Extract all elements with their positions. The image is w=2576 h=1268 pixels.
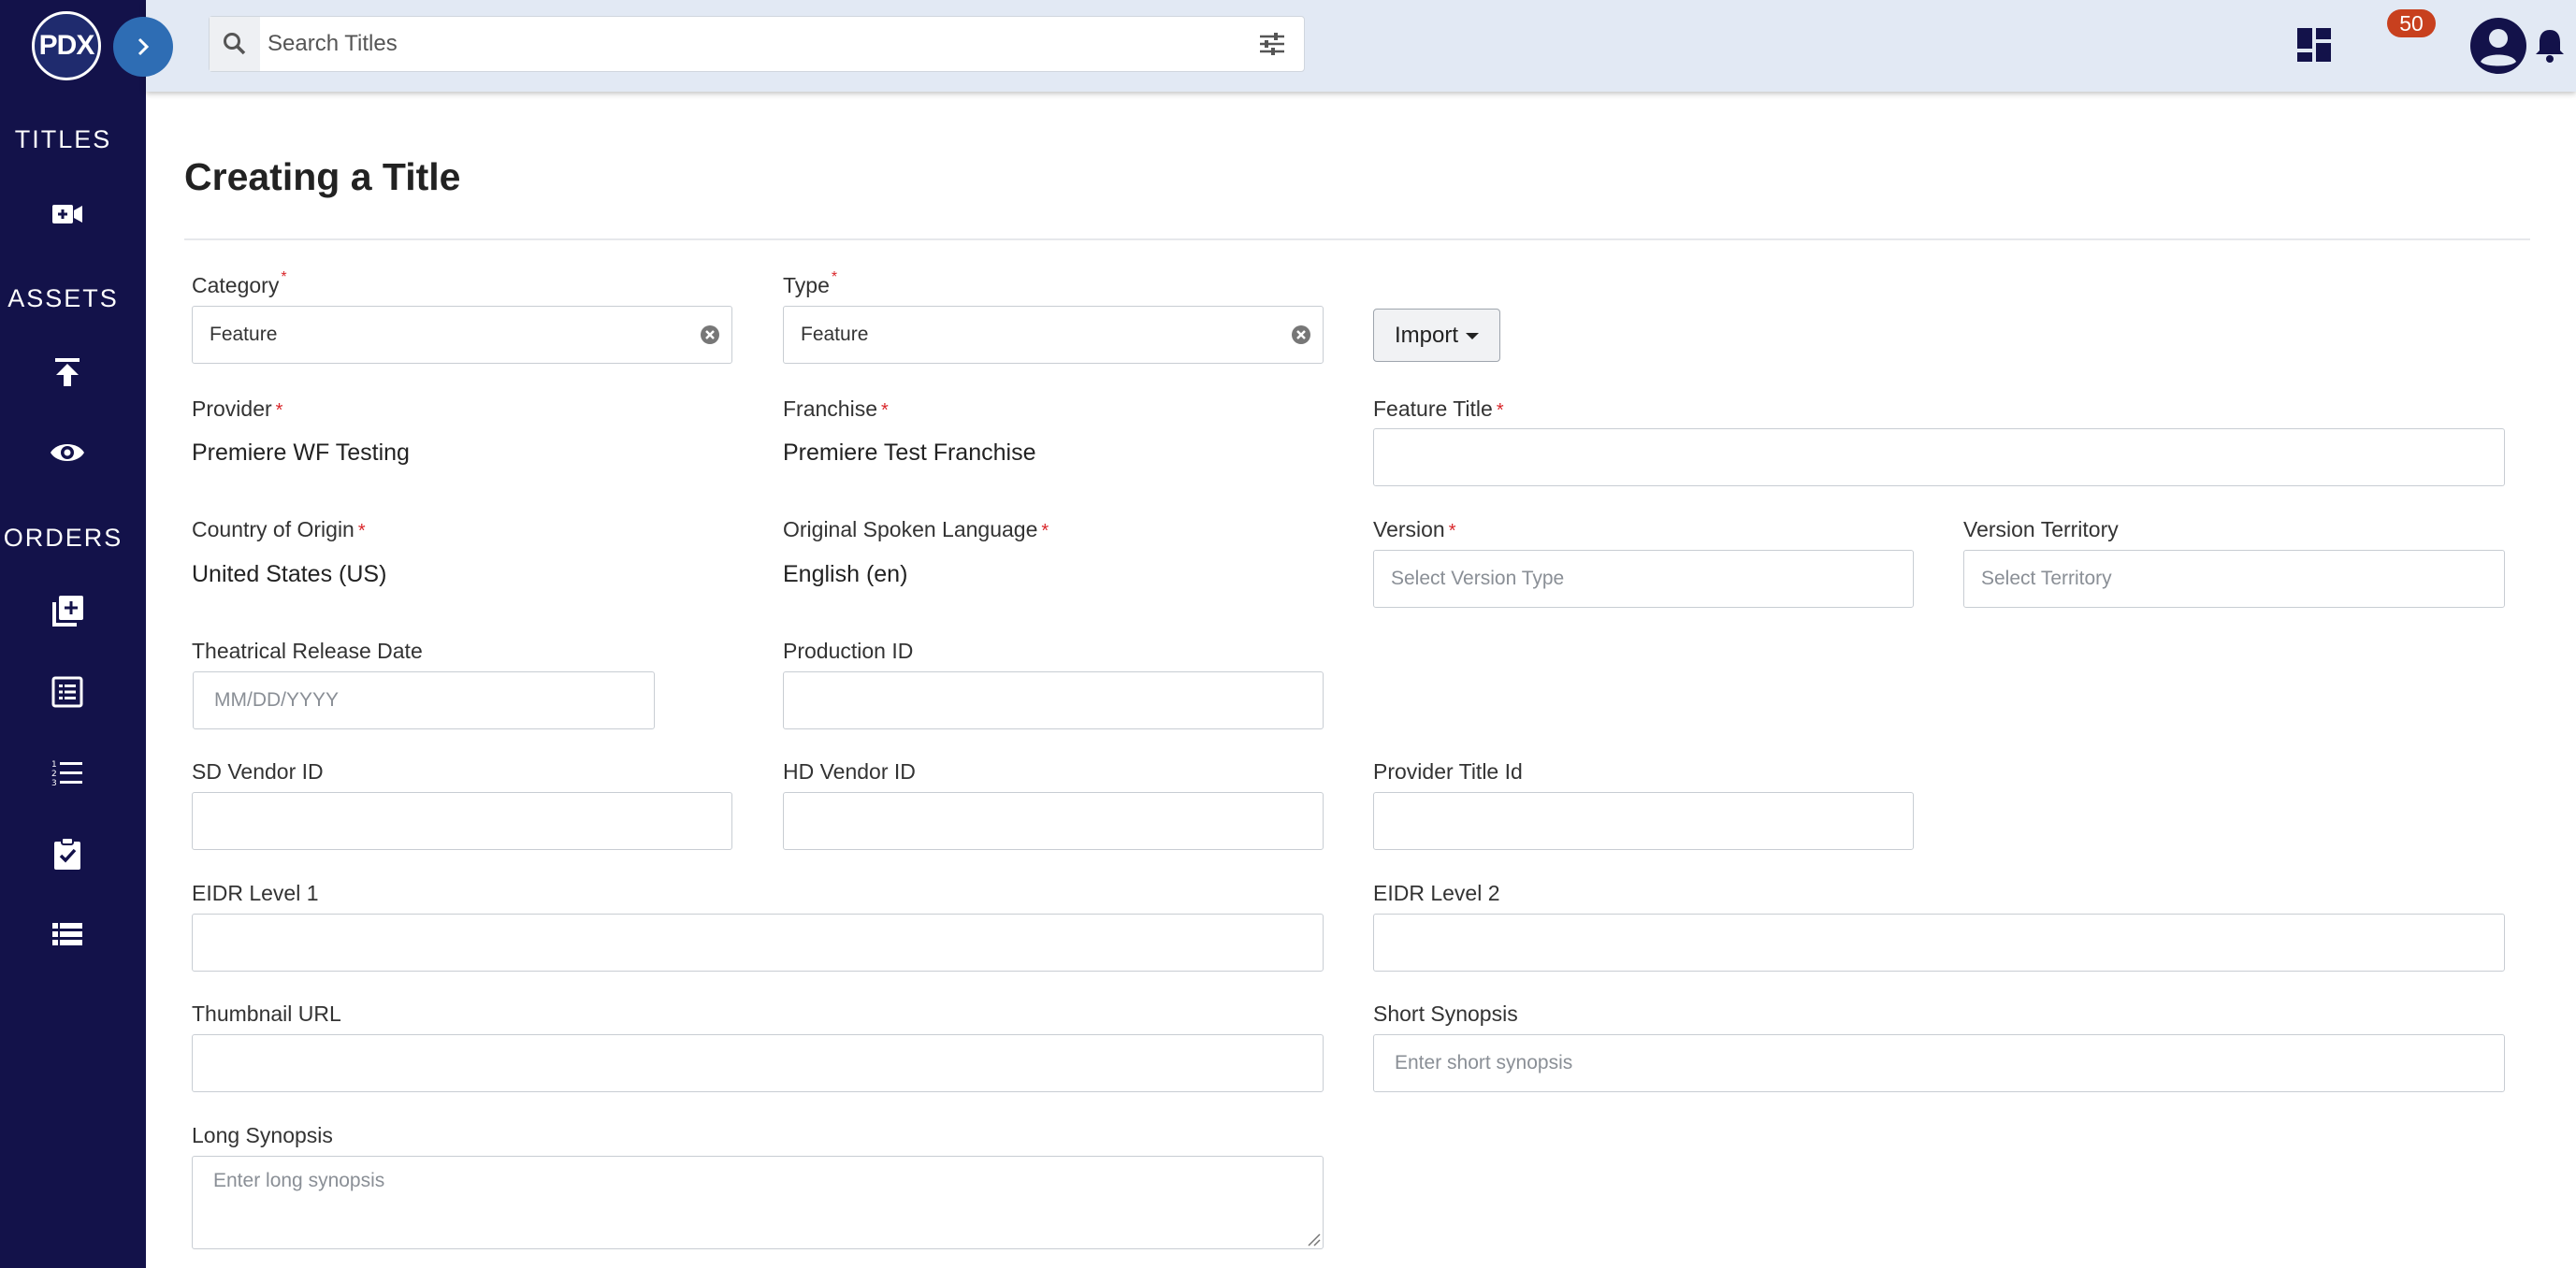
- production-id-label: Production ID: [783, 639, 914, 663]
- search-icon[interactable]: [210, 17, 260, 71]
- dashboard-icon[interactable]: [2294, 24, 2335, 65]
- view-list-icon[interactable]: [47, 914, 88, 955]
- franchise-value: Premiere Test Franchise: [783, 439, 1036, 466]
- franchise-label: Franchise *: [783, 396, 889, 421]
- provider-title-id-input[interactable]: [1374, 793, 1913, 849]
- list-alt-icon[interactable]: [47, 671, 88, 713]
- notification-count-badge: 50: [2387, 9, 2436, 37]
- search-bar: [209, 16, 1305, 72]
- category-value: Feature: [210, 324, 278, 345]
- eidr-level-2-field: [1373, 914, 2505, 972]
- production-id-field: [783, 671, 1324, 729]
- thumbnail-url-label: Thumbnail URL: [192, 1001, 341, 1026]
- bell-icon[interactable]: [2529, 24, 2570, 65]
- clear-icon[interactable]: [700, 324, 720, 345]
- eidr-level-2-label: EIDR Level 2: [1373, 881, 1500, 905]
- top-bar: 50: [146, 0, 2576, 92]
- hd-vendor-id-field: [783, 792, 1324, 850]
- provider-title-id-field: [1373, 792, 1914, 850]
- type-value: Feature: [801, 324, 869, 345]
- short-synopsis-field: [1373, 1034, 2505, 1092]
- feature-title-label: Feature Title *: [1373, 396, 1504, 421]
- hd-vendor-id-label: HD Vendor ID: [783, 759, 916, 784]
- sidebar: PDX TITLES ASSETS ORDERS 123: [0, 0, 146, 1268]
- provider-value: Premiere WF Testing: [192, 439, 410, 466]
- sd-vendor-id-label: SD Vendor ID: [192, 759, 324, 784]
- sidebar-section-orders: ORDERS: [3, 524, 123, 552]
- header-divider: [184, 238, 2530, 240]
- eidr-level-1-label: EIDR Level 1: [192, 881, 319, 905]
- sidebar-section-titles: TITLES: [14, 125, 112, 153]
- hd-vendor-id-input[interactable]: [784, 793, 1323, 849]
- release-date-label: Theatrical Release Date: [192, 639, 423, 663]
- page-title: Creating a Title: [184, 155, 461, 198]
- add-video-icon[interactable]: [47, 194, 88, 235]
- sidebar-expand-button[interactable]: [113, 17, 173, 77]
- sd-vendor-id-field: [192, 792, 732, 850]
- thumbnail-url-field: [192, 1034, 1324, 1092]
- category-label: Category *: [192, 269, 287, 297]
- version-territory-label: Version Territory: [1963, 517, 2119, 541]
- filter-settings-icon[interactable]: [1257, 29, 1287, 59]
- country-of-origin-value: United States (US): [192, 561, 387, 587]
- upload-icon[interactable]: [47, 352, 88, 393]
- thumbnail-url-input[interactable]: [193, 1035, 1323, 1091]
- svg-text:3: 3: [51, 779, 57, 788]
- original-language-label: Original Spoken Language *: [783, 517, 1049, 541]
- eidr-level-2-input[interactable]: [1374, 915, 2504, 971]
- clear-icon[interactable]: [1291, 324, 1311, 345]
- production-id-input[interactable]: [784, 672, 1323, 728]
- version-select[interactable]: Select Version Type: [1373, 550, 1914, 608]
- add-library-icon[interactable]: [47, 591, 88, 632]
- provider-title-id-label: Provider Title Id: [1373, 759, 1523, 784]
- feature-title-input[interactable]: [1374, 429, 2504, 485]
- sd-vendor-id-input[interactable]: [193, 793, 731, 849]
- release-date-input[interactable]: [194, 672, 654, 728]
- svg-text:2: 2: [51, 770, 57, 779]
- type-select[interactable]: Feature: [783, 306, 1324, 364]
- long-synopsis-textarea[interactable]: [193, 1157, 1323, 1248]
- long-synopsis-label: Long Synopsis: [192, 1123, 333, 1147]
- version-placeholder: Select Version Type: [1391, 568, 1565, 589]
- eidr-level-1-input[interactable]: [193, 915, 1323, 971]
- long-synopsis-field: [192, 1156, 1324, 1249]
- country-of-origin-label: Country of Origin *: [192, 517, 366, 541]
- category-select[interactable]: Feature: [192, 306, 732, 364]
- provider-label: Provider *: [192, 396, 283, 421]
- version-territory-placeholder: Select Territory: [1981, 568, 2112, 589]
- search-input[interactable]: [268, 17, 1231, 71]
- version-territory-select[interactable]: Select Territory: [1963, 550, 2505, 608]
- version-label: Version *: [1373, 517, 1456, 541]
- pdx-logo[interactable]: PDX: [32, 11, 101, 80]
- import-label: Import: [1394, 322, 1458, 348]
- svg-text:1: 1: [51, 760, 57, 770]
- short-synopsis-input[interactable]: [1374, 1035, 2504, 1091]
- release-date-field: [193, 671, 655, 729]
- resize-handle-icon[interactable]: [1306, 1232, 1321, 1246]
- import-dropdown-button[interactable]: Import: [1373, 309, 1500, 362]
- numbered-list-icon[interactable]: 123: [47, 753, 88, 794]
- eidr-level-1-field: [192, 914, 1324, 972]
- logo-text: PDX: [38, 30, 95, 61]
- assignment-check-icon[interactable]: [47, 833, 88, 874]
- type-label: Type *: [783, 269, 838, 297]
- feature-title-field: [1373, 428, 2505, 486]
- eye-icon[interactable]: [47, 432, 88, 473]
- original-language-value: English (en): [783, 561, 908, 587]
- sidebar-section-assets: ASSETS: [7, 284, 119, 312]
- account-circle-icon[interactable]: [2469, 17, 2527, 75]
- caret-down-icon: [1466, 333, 1479, 339]
- short-synopsis-label: Short Synopsis: [1373, 1001, 1518, 1026]
- chevron-right-icon: [137, 37, 150, 56]
